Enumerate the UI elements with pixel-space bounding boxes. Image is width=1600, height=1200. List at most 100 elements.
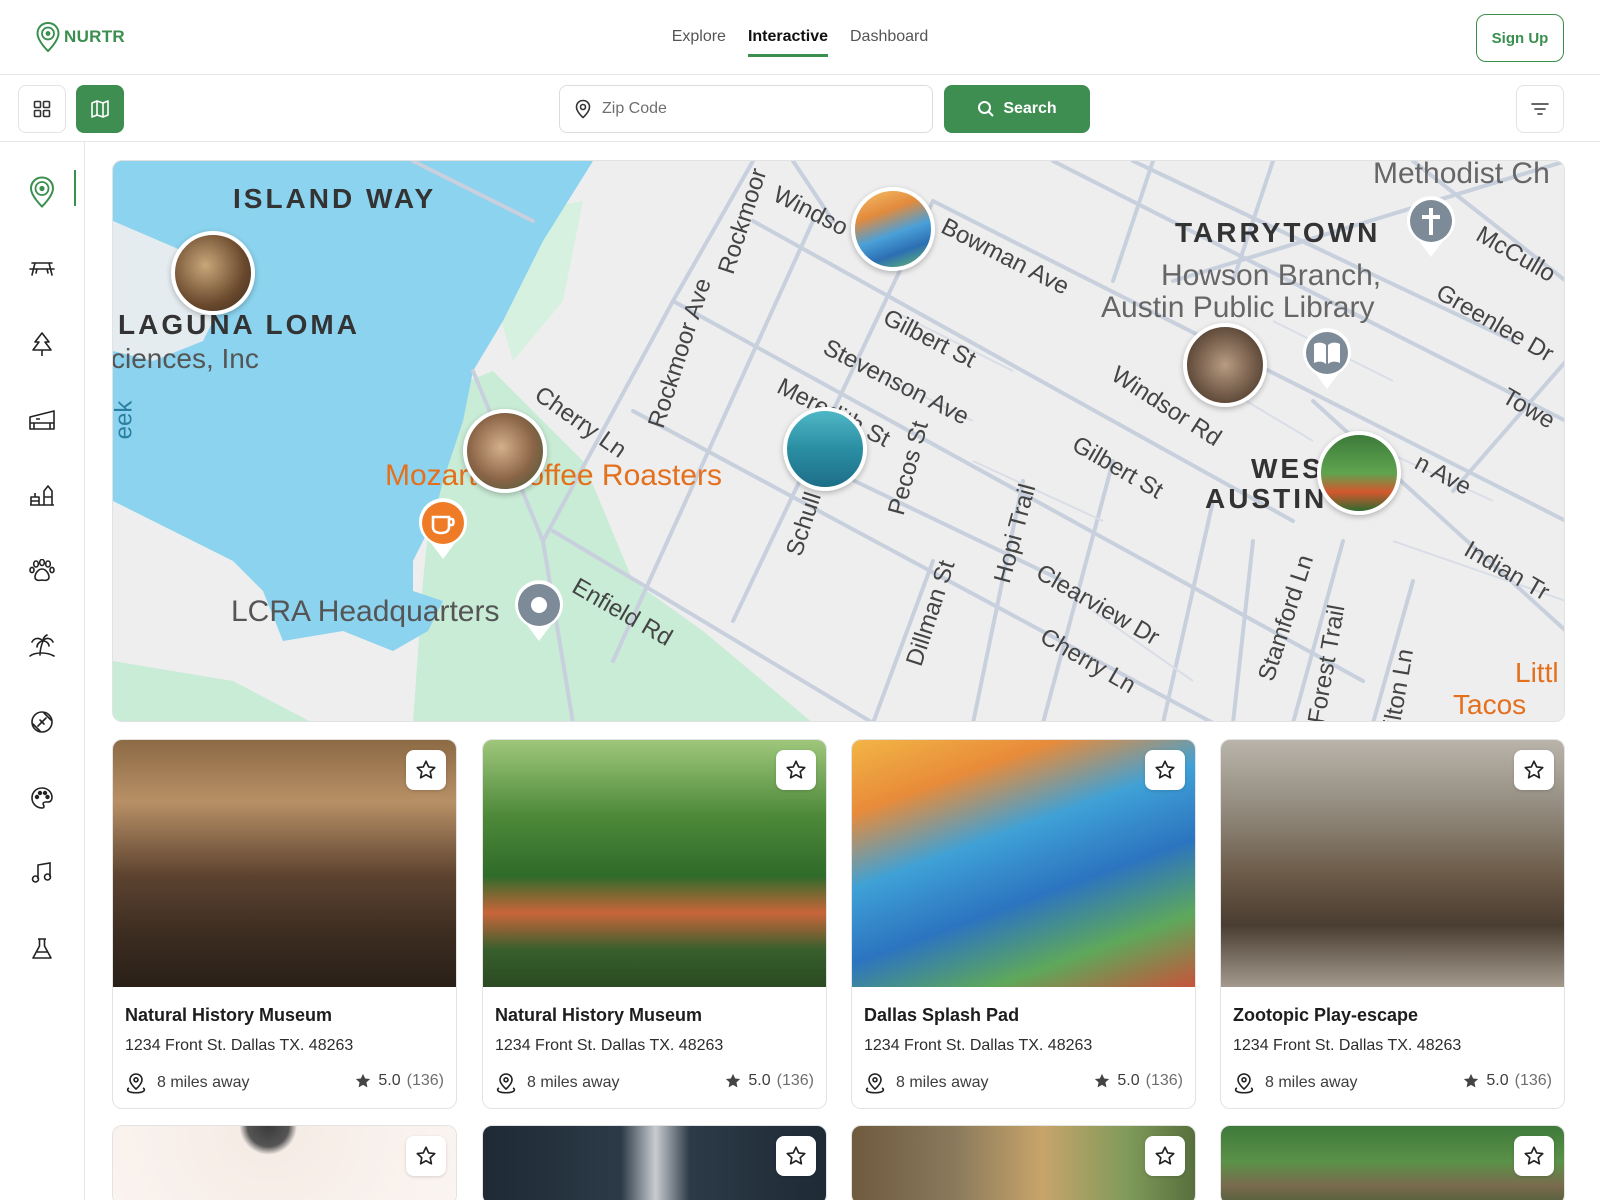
category-arts[interactable]: [22, 778, 62, 818]
grid-icon: [33, 100, 51, 118]
place-card[interactable]: Zootopic Play-escape 1234 Front St. Dall…: [1220, 739, 1565, 1109]
grid-view-button[interactable]: [18, 85, 66, 133]
place-card[interactable]: [482, 1125, 827, 1200]
landmark-pin-icon[interactable]: [511, 579, 567, 643]
nav-interactive[interactable]: Interactive: [747, 28, 828, 57]
location-marker-icon: [865, 1073, 885, 1094]
coffee-pin-icon[interactable]: [415, 497, 471, 561]
top-navigation: NURTR Explore Interactive Dashboard Sign…: [0, 0, 1600, 75]
star-outline-icon: [1524, 760, 1544, 779]
favorite-button[interactable]: [406, 750, 446, 790]
nav-explore[interactable]: Explore: [672, 28, 726, 57]
category-music[interactable]: [22, 853, 62, 893]
favorite-button[interactable]: [1514, 750, 1554, 790]
map-label-tarrytown: TARRYTOWN: [1175, 217, 1381, 248]
map-label-methodist: Methodist Ch: [1373, 160, 1550, 190]
place-card[interactable]: Dallas Splash Pad 1234 Front St. Dallas …: [851, 739, 1196, 1109]
place-card[interactable]: Natural History Museum 1234 Front St. Da…: [112, 739, 457, 1109]
map-pin-splash-pad[interactable]: [851, 187, 935, 271]
library-pin-icon[interactable]: [1299, 327, 1355, 391]
place-distance: 8 miles away: [125, 1072, 249, 1094]
location-marker-icon: [1234, 1073, 1254, 1094]
picnic-table-icon: [29, 262, 55, 276]
palm-island-icon: [29, 634, 55, 657]
map-label-creek: eek: [112, 400, 138, 440]
place-distance: 8 miles away: [864, 1072, 988, 1094]
category-beach[interactable]: [22, 626, 62, 666]
star-filled-icon: [356, 1073, 371, 1088]
toolbar: Search: [0, 75, 1600, 142]
category-sports[interactable]: [22, 702, 62, 742]
zip-code-field[interactable]: [559, 85, 933, 133]
location-marker-icon: [496, 1073, 516, 1094]
place-title: Zootopic Play-escape: [1233, 1005, 1419, 1025]
place-card[interactable]: Natural History Museum 1234 Front St. Da…: [482, 739, 827, 1109]
place-rating: 5.0 (136): [1093, 1072, 1183, 1090]
map-label-lcra: LCRA Headquarters: [231, 595, 500, 628]
tree-icon: [32, 332, 52, 356]
church-pin-icon[interactable]: [1403, 195, 1459, 259]
place-address: 1234 Front St. Dallas TX. 48263: [125, 1037, 354, 1054]
star-filled-icon: [1095, 1073, 1110, 1088]
category-picnic[interactable]: [22, 249, 62, 289]
palette-icon: [31, 787, 53, 809]
map-pin-park-playground[interactable]: [1317, 431, 1401, 515]
location-marker-icon: [126, 1073, 146, 1094]
map-label-tacos: Tacos: [1453, 689, 1527, 720]
place-rating: 5.0 (136): [354, 1072, 444, 1090]
playground-icon: [30, 485, 54, 506]
football-icon: [31, 711, 53, 733]
place-address: 1234 Front St. Dallas TX. 48263: [864, 1037, 1093, 1054]
map-pin-natural-history-museum[interactable]: [171, 231, 255, 315]
map-pin-kids-activity[interactable]: [463, 409, 547, 493]
place-title: Natural History Museum: [125, 1005, 333, 1025]
filter-button[interactable]: [1516, 85, 1564, 133]
map-pin-aquarium[interactable]: [783, 407, 867, 491]
zip-code-input[interactable]: [602, 100, 902, 118]
favorite-button[interactable]: [1145, 1136, 1185, 1176]
star-outline-icon: [1524, 1146, 1544, 1165]
map-icon: [91, 100, 109, 118]
star-outline-icon: [1155, 760, 1175, 779]
place-rating: 5.0 (136): [1462, 1072, 1552, 1090]
category-indoor[interactable]: [22, 400, 62, 440]
map-label-mozart: Mozart's Coffee Roasters: [385, 459, 722, 492]
interactive-map[interactable]: ISLAND WAY LAGUNA LOMA ciences, Inc eek …: [112, 160, 1565, 722]
nav-dashboard[interactable]: Dashboard: [850, 28, 928, 57]
map-label-austin-public-library: Austin Public Library: [1101, 291, 1375, 324]
favorite-button[interactable]: [776, 1136, 816, 1176]
category-parks[interactable]: [22, 324, 62, 364]
place-address: 1234 Front St. Dallas TX. 48263: [495, 1037, 724, 1054]
place-card[interactable]: [1220, 1125, 1565, 1200]
favorite-button[interactable]: [776, 750, 816, 790]
place-card[interactable]: [851, 1125, 1196, 1200]
favorite-button[interactable]: [1145, 750, 1185, 790]
star-outline-icon: [786, 1146, 806, 1165]
music-note-icon: [31, 862, 52, 883]
favorite-button[interactable]: [1514, 1136, 1554, 1176]
map-view-button[interactable]: [76, 85, 124, 133]
star-outline-icon: [786, 760, 806, 779]
category-playground[interactable]: [22, 475, 62, 515]
star-outline-icon: [1155, 1146, 1175, 1165]
star-filled-icon: [726, 1073, 741, 1088]
star-filled-icon: [1464, 1073, 1479, 1088]
favorite-button[interactable]: [406, 1136, 446, 1176]
place-distance: 8 miles away: [1233, 1072, 1357, 1094]
map-pin-zootopic[interactable]: [1183, 323, 1267, 407]
place-card[interactable]: [112, 1125, 457, 1200]
place-title: Dallas Splash Pad: [864, 1005, 1020, 1025]
place-rating: 5.0 (136): [724, 1072, 814, 1090]
category-all-locations[interactable]: [22, 172, 62, 212]
category-science[interactable]: [22, 929, 62, 969]
search-label: Search: [1003, 100, 1057, 117]
map-label-sciences: ciences, Inc: [112, 343, 259, 374]
main-nav: Explore Interactive Dashboard: [0, 28, 1600, 57]
star-outline-icon: [416, 760, 436, 779]
sign-up-button[interactable]: Sign Up: [1476, 14, 1564, 62]
filter-lines-icon: [1531, 103, 1549, 115]
place-title: Natural History Museum: [495, 1005, 703, 1025]
category-zoo[interactable]: [22, 551, 62, 591]
search-button[interactable]: Search: [944, 85, 1090, 133]
category-sidebar: [0, 142, 85, 1200]
